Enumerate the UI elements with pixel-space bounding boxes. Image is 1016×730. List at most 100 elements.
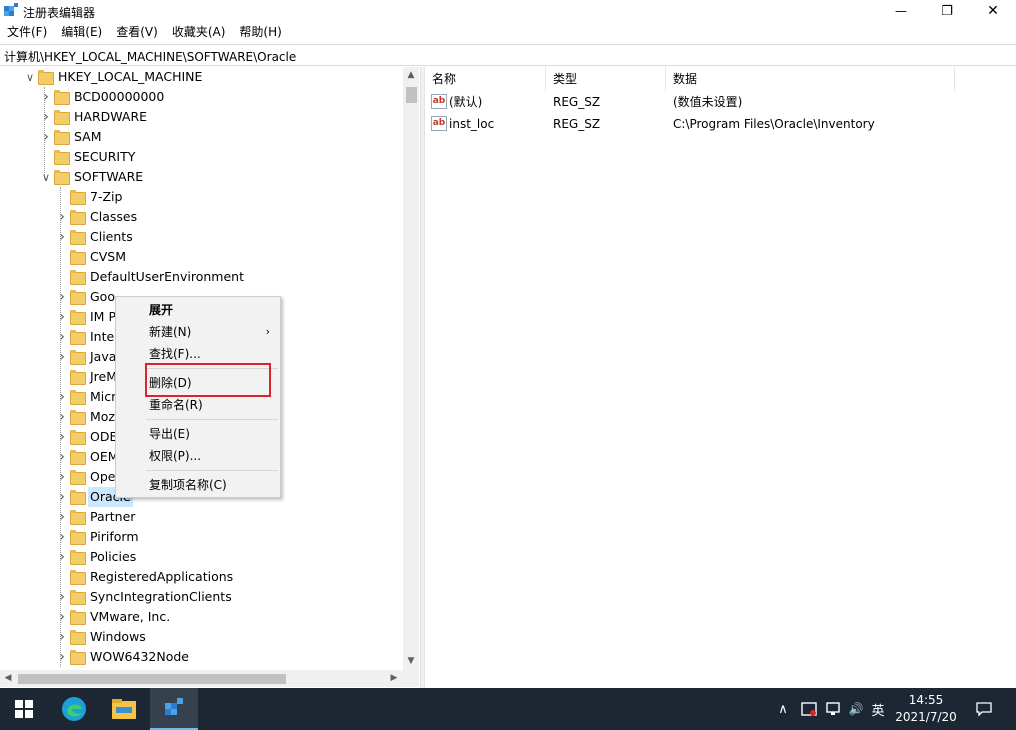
menu-favorites[interactable]: 收藏夹(A) — [165, 22, 233, 42]
menu-file[interactable]: 文件(F) — [0, 22, 54, 42]
address-path[interactable]: 计算机\HKEY_LOCAL_MACHINE\SOFTWARE\Oracle — [4, 48, 296, 65]
tree-node-label[interactable]: Policies — [88, 547, 138, 567]
tree-node-label[interactable]: HKEY_LOCAL_MACHINE — [56, 67, 204, 87]
close-button[interactable]: ✕ — [970, 0, 1016, 22]
tree-node[interactable]: › Windows — [0, 627, 403, 647]
address-bar[interactable]: 计算机\HKEY_LOCAL_MACHINE\SOFTWARE\Oracle — [0, 44, 1016, 66]
context-item-find[interactable]: 查找(F)... — [116, 343, 280, 365]
tree-node-label[interactable]: CVSM — [88, 247, 128, 267]
column-header-data[interactable]: 数据 — [666, 67, 955, 91]
tree-vertical-scrollbar[interactable]: ▲ ▼ — [403, 67, 419, 670]
volume-icon[interactable]: 🔊 — [845, 688, 867, 730]
context-item-expand[interactable]: 展开 — [116, 299, 280, 321]
column-header-name[interactable]: 名称 — [425, 67, 546, 91]
taskbar-regedit[interactable] — [150, 688, 198, 730]
restore-button[interactable]: ❐ — [924, 0, 970, 22]
tree-node[interactable]: › Clients — [0, 227, 403, 247]
menu-edit[interactable]: 编辑(E) — [54, 22, 109, 42]
context-item-copy-key-name[interactable]: 复制项名称(C) — [116, 474, 280, 496]
expand-chevron-right-icon[interactable]: › — [56, 647, 68, 667]
tree-node-label[interactable]: Piriform — [88, 527, 141, 547]
show-hidden-icons-button[interactable]: ∧ — [772, 688, 794, 730]
expand-chevron-right-icon[interactable]: › — [56, 227, 68, 247]
expand-chevron-right-icon[interactable]: › — [56, 427, 68, 447]
value-row[interactable]: ab (默认) REG_SZ (数值未设置) — [425, 91, 1015, 113]
expand-chevron-right-icon[interactable]: › — [56, 507, 68, 527]
tree-node-label[interactable]: WOW6432Node — [88, 647, 191, 667]
tree-node[interactable]: RegisteredApplications — [0, 567, 403, 587]
taskbar-file-explorer[interactable] — [100, 688, 148, 730]
tree-node[interactable]: DefaultUserEnvironment — [0, 267, 403, 287]
tree-node[interactable]: › BCD00000000 — [0, 87, 403, 107]
tray-app-icon[interactable] — [797, 688, 821, 730]
network-icon[interactable] — [821, 688, 845, 730]
tree-horizontal-scrollbar[interactable]: ◀ ▶ — [0, 670, 403, 687]
expand-chevron-right-icon[interactable]: › — [56, 627, 68, 647]
tree-node-label[interactable]: Clients — [88, 227, 135, 247]
expand-chevron-right-icon[interactable]: › — [56, 607, 68, 627]
tree-node[interactable]: › WOW6432Node — [0, 647, 403, 667]
tree-node-label[interactable]: DefaultUserEnvironment — [88, 267, 246, 287]
tree-node-label[interactable]: Classes — [88, 207, 139, 227]
tree-node-label[interactable]: IM P — [88, 307, 118, 327]
clock[interactable]: 14:55 2021/7/20 — [888, 692, 964, 726]
tree-node-label[interactable]: Ope — [88, 467, 117, 487]
tree-node-label[interactable]: Windows — [88, 627, 148, 647]
tree-node[interactable]: › Partner — [0, 507, 403, 527]
tree-node[interactable]: 7-Zip — [0, 187, 403, 207]
expand-chevron-down-icon[interactable]: ∨ — [40, 167, 52, 187]
context-item-rename[interactable]: 重命名(R) — [116, 394, 280, 416]
expand-chevron-right-icon[interactable]: › — [56, 407, 68, 427]
expand-chevron-right-icon[interactable]: › — [56, 207, 68, 227]
context-item-permissions[interactable]: 权限(P)... — [116, 445, 280, 467]
tree-node-label[interactable]: Moz — [88, 407, 117, 427]
tree-node-label[interactable]: SAM — [72, 127, 104, 147]
tree-node[interactable]: ∨ SOFTWARE — [0, 167, 403, 187]
tree-node-label[interactable]: VMware, Inc. — [88, 607, 172, 627]
context-item-new[interactable]: 新建(N) › — [116, 321, 280, 343]
expand-chevron-right-icon[interactable]: › — [56, 527, 68, 547]
tree-node-label[interactable]: Micr — [88, 387, 118, 407]
tree-node[interactable]: › Piriform — [0, 527, 403, 547]
expand-chevron-right-icon[interactable]: › — [40, 107, 52, 127]
expand-chevron-right-icon[interactable]: › — [56, 347, 68, 367]
tree-node[interactable]: › VMware, Inc. — [0, 607, 403, 627]
expand-chevron-right-icon[interactable]: › — [56, 487, 68, 507]
tree-node[interactable]: › Classes — [0, 207, 403, 227]
notification-button[interactable] — [970, 688, 998, 730]
tree-node[interactable]: SECURITY — [0, 147, 403, 167]
expand-chevron-right-icon[interactable]: › — [56, 287, 68, 307]
tree-node-label[interactable]: Java — [88, 347, 118, 367]
tree-node-label[interactable]: RegisteredApplications — [88, 567, 235, 587]
tree-node[interactable]: › Policies — [0, 547, 403, 567]
start-button[interactable] — [0, 688, 48, 730]
ime-indicator[interactable]: 英 — [867, 688, 889, 730]
tree-node-label[interactable]: Goo — [88, 287, 117, 307]
expand-chevron-right-icon[interactable]: › — [56, 447, 68, 467]
scroll-up-icon[interactable]: ▲ — [403, 67, 419, 84]
expand-chevron-right-icon[interactable]: › — [40, 87, 52, 107]
minimize-button[interactable]: — — [878, 0, 924, 22]
value-row[interactable]: ab inst_loc REG_SZ C:\Program Files\Orac… — [425, 113, 1015, 135]
scroll-down-icon[interactable]: ▼ — [403, 653, 419, 670]
tree-node[interactable]: ∨ HKEY_LOCAL_MACHINE — [0, 67, 403, 87]
expand-chevron-right-icon[interactable]: › — [56, 307, 68, 327]
expand-chevron-right-icon[interactable]: › — [40, 127, 52, 147]
column-header-type[interactable]: 类型 — [546, 67, 666, 91]
tree-vertical-thumb[interactable] — [406, 87, 417, 103]
tree-node-label[interactable]: HARDWARE — [72, 107, 149, 127]
tree-node[interactable]: › SAM — [0, 127, 403, 147]
expand-chevron-down-icon[interactable]: ∨ — [24, 67, 36, 87]
tree-node[interactable]: › SyncIntegrationClients — [0, 587, 403, 607]
menu-view[interactable]: 查看(V) — [109, 22, 165, 42]
expand-chevron-right-icon[interactable]: › — [56, 327, 68, 347]
tree-node-label[interactable]: Partner — [88, 507, 137, 527]
tree-node-label[interactable]: SECURITY — [72, 147, 137, 167]
context-item-export[interactable]: 导出(E) — [116, 423, 280, 445]
expand-chevron-right-icon[interactable]: › — [56, 467, 68, 487]
expand-chevron-right-icon[interactable]: › — [56, 547, 68, 567]
tree-node-label[interactable]: 7-Zip — [88, 187, 124, 207]
tree-node[interactable]: CVSM — [0, 247, 403, 267]
tree-node[interactable]: › HARDWARE — [0, 107, 403, 127]
taskbar-edge[interactable] — [50, 688, 98, 730]
